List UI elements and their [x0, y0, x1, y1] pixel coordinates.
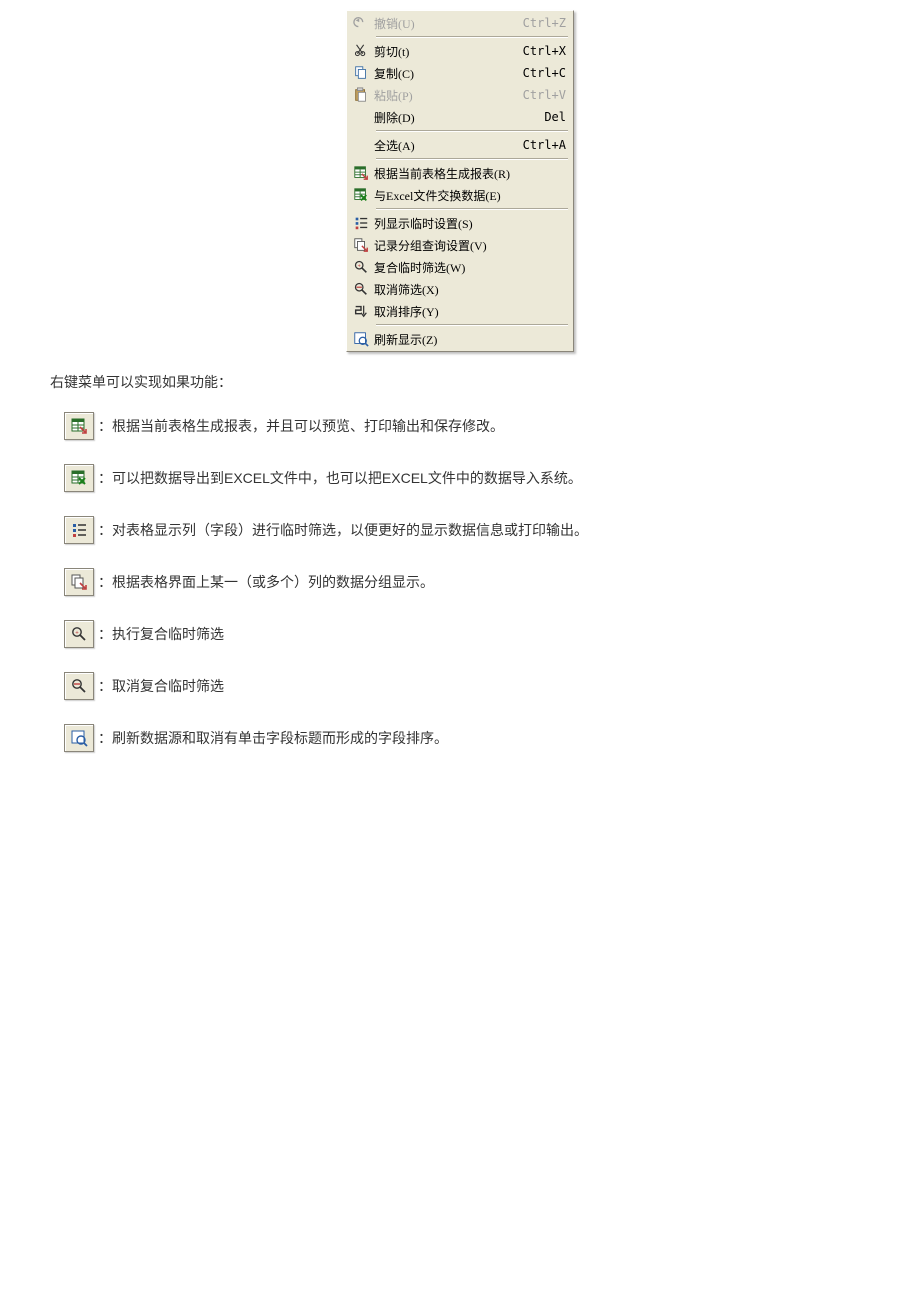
- menu-separator: [376, 36, 568, 38]
- menu-item[interactable]: 记录分组查询设置(V): [348, 234, 572, 256]
- cut-icon: [352, 42, 370, 60]
- menu-item[interactable]: 刷新显示(Z): [348, 328, 572, 350]
- menu-item-label: 刷新显示(Z): [374, 331, 566, 348]
- menu-separator: [376, 208, 568, 210]
- menu-item-label: 取消排序(Y): [374, 303, 566, 320]
- excel-icon: [352, 186, 370, 204]
- copy-icon: [352, 64, 370, 82]
- filter-icon: [352, 258, 370, 276]
- description-text: ：刷新数据源和取消有单击字段标题而形成的字段排序。: [98, 728, 448, 748]
- menu-item-label: 剪切(t): [374, 43, 523, 60]
- refresh-icon: [352, 330, 370, 348]
- description-text: ：执行复合临时筛选: [98, 624, 224, 644]
- menu-item[interactable]: 列显示临时设置(S): [348, 212, 572, 234]
- report-icon: [352, 164, 370, 182]
- nofilter-icon: [352, 280, 370, 298]
- menu-item[interactable]: 取消筛选(X): [348, 278, 572, 300]
- description-row: ：对表格显示列（字段）进行临时筛选，以便更好的显示数据信息或打印输出。: [64, 516, 870, 544]
- menu-item-label: 全选(A): [374, 137, 523, 154]
- menu-item-label: 复制(C): [374, 65, 523, 82]
- menu-item-label: 取消筛选(X): [374, 281, 566, 298]
- menu-item: 粘贴(P)Ctrl+V: [348, 84, 572, 106]
- menu-separator: [376, 130, 568, 132]
- menu-item[interactable]: 剪切(t)Ctrl+X: [348, 40, 572, 62]
- report-icon: [64, 412, 94, 440]
- menu-item[interactable]: 全选(A)Ctrl+A: [348, 134, 572, 156]
- menu-item-shortcut: Ctrl+X: [523, 44, 566, 58]
- menu-item-shortcut: Ctrl+V: [523, 88, 566, 102]
- menu-separator: [376, 158, 568, 160]
- menu-item-shortcut: Ctrl+C: [523, 66, 566, 80]
- description-text: ：根据表格界面上某一（或多个）列的数据分组显示。: [98, 572, 434, 592]
- blank-icon: [352, 136, 370, 154]
- blank-icon: [352, 108, 370, 126]
- group-icon: [352, 236, 370, 254]
- context-menu: 撤销(U)Ctrl+Z剪切(t)Ctrl+X复制(C)Ctrl+C粘贴(P)Ct…: [346, 10, 574, 352]
- undo-icon: [352, 14, 370, 32]
- menu-item-label: 粘贴(P): [374, 87, 523, 104]
- menu-item: 撤销(U)Ctrl+Z: [348, 12, 572, 34]
- menu-item-label: 列显示临时设置(S): [374, 215, 566, 232]
- paste-icon: [352, 86, 370, 104]
- menu-separator: [376, 324, 568, 326]
- group-icon: [64, 568, 94, 596]
- excel-icon: [64, 464, 94, 492]
- description-row: ：根据表格界面上某一（或多个）列的数据分组显示。: [64, 568, 870, 596]
- menu-item-label: 撤销(U): [374, 15, 523, 32]
- menu-item[interactable]: 与Excel文件交换数据(E): [348, 184, 572, 206]
- columns-icon: [352, 214, 370, 232]
- menu-item[interactable]: 复合临时筛选(W): [348, 256, 572, 278]
- filter-icon: [64, 620, 94, 648]
- description-text: ：可以把数据导出到EXCEL文件中，也可以把EXCEL文件中的数据导入系统。: [98, 468, 582, 488]
- description-row: ：根据当前表格生成报表，并且可以预览、打印输出和保存修改。: [64, 412, 870, 440]
- description-text: ：取消复合临时筛选: [98, 676, 224, 696]
- intro-text: 右键菜单可以实现如果功能：: [50, 372, 870, 392]
- menu-item-shortcut: Ctrl+Z: [523, 16, 566, 30]
- columns-icon: [64, 516, 94, 544]
- menu-item-label: 与Excel文件交换数据(E): [374, 187, 566, 204]
- menu-item-shortcut: Del: [544, 110, 566, 124]
- menu-item-label: 根据当前表格生成报表(R): [374, 165, 566, 182]
- menu-item[interactable]: 根据当前表格生成报表(R): [348, 162, 572, 184]
- description-row: ：执行复合临时筛选: [64, 620, 870, 648]
- menu-item[interactable]: 复制(C)Ctrl+C: [348, 62, 572, 84]
- refresh-icon: [64, 724, 94, 752]
- description-row: ：可以把数据导出到EXCEL文件中，也可以把EXCEL文件中的数据导入系统。: [64, 464, 870, 492]
- description-row: ：取消复合临时筛选: [64, 672, 870, 700]
- description-row: ：刷新数据源和取消有单击字段标题而形成的字段排序。: [64, 724, 870, 752]
- menu-item-label: 删除(D): [374, 109, 544, 126]
- nofilter-icon: [64, 672, 94, 700]
- menu-item-shortcut: Ctrl+A: [523, 138, 566, 152]
- nosort-icon: [352, 302, 370, 320]
- description-text: ：对表格显示列（字段）进行临时筛选，以便更好的显示数据信息或打印输出。: [98, 520, 588, 540]
- menu-item-label: 记录分组查询设置(V): [374, 237, 566, 254]
- menu-item[interactable]: 取消排序(Y): [348, 300, 572, 322]
- menu-item[interactable]: 删除(D)Del: [348, 106, 572, 128]
- description-text: ：根据当前表格生成报表，并且可以预览、打印输出和保存修改。: [98, 416, 504, 436]
- menu-item-label: 复合临时筛选(W): [374, 259, 566, 276]
